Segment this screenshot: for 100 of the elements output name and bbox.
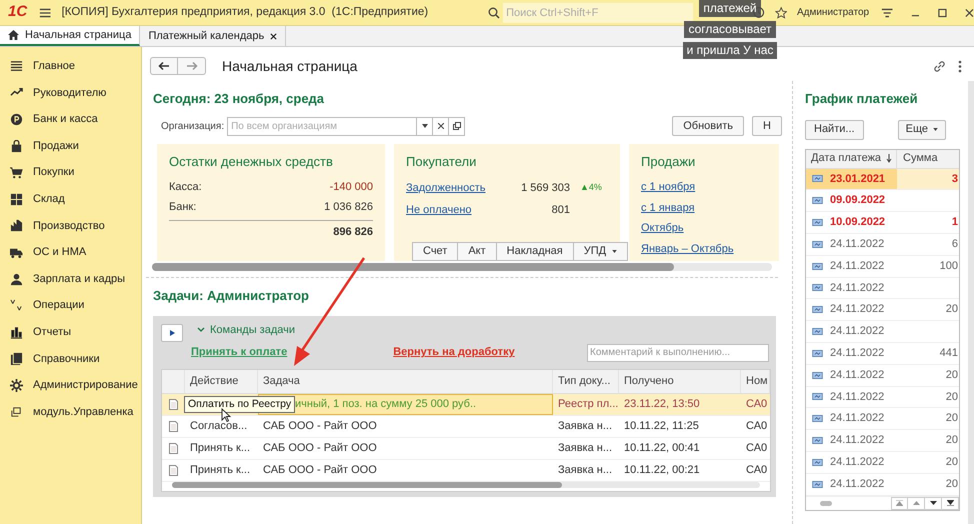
banknote-icon <box>812 197 823 204</box>
tab[interactable]: Начальная страница <box>0 26 140 46</box>
horizontal-scrollbar[interactable] <box>152 263 772 271</box>
scroll-down-button[interactable] <box>925 496 942 510</box>
amount: 1 036 826 <box>324 200 373 215</box>
menu-icon[interactable] <box>39 6 52 18</box>
back-button[interactable] <box>150 57 178 75</box>
sidebar-item[interactable]: Администрирование <box>0 372 141 399</box>
table-row[interactable]: 24.11.2022 20 <box>806 364 959 387</box>
chevron-down-icon[interactable] <box>197 326 205 333</box>
run-button[interactable] <box>161 324 183 342</box>
right-arrow-icon <box>186 61 198 71</box>
link[interactable]: Октябрь <box>641 220 684 236</box>
table-row[interactable]: 24.11.2022 100 <box>806 256 959 278</box>
column-header[interactable]: Тип доку... <box>553 370 619 393</box>
search-icon <box>488 6 500 18</box>
settings-icon[interactable] <box>881 6 894 18</box>
more-icon[interactable] <box>958 60 962 72</box>
banknote-icon <box>812 240 823 248</box>
bar-chart-icon <box>10 326 23 339</box>
scroll-first-button[interactable] <box>891 496 908 510</box>
clear-button[interactable] <box>433 116 450 136</box>
dropdown-icon <box>422 124 428 128</box>
maximize-icon[interactable] <box>938 8 948 18</box>
down-triangle-icon <box>930 501 936 505</box>
table-row[interactable]: 24.11.2022 20 <box>806 386 959 408</box>
table-cell-text: 23.11.22, 13:50 <box>624 397 700 412</box>
sidebar-item[interactable]: ОС и НМА <box>0 239 141 266</box>
user-name[interactable]: Администратор <box>796 5 870 20</box>
sidebar-item[interactable]: Склад <box>0 186 141 213</box>
column-header[interactable]: Задача <box>258 370 553 393</box>
scroll-last-button[interactable] <box>942 496 959 510</box>
table-cell-text: 09.09.2022 <box>830 193 886 208</box>
factory-icon <box>10 219 23 232</box>
table-row[interactable]: 24.11.2022 <box>806 278 959 300</box>
section-heading: Задачи: Администратор <box>153 287 310 305</box>
column-header[interactable]: Получено <box>619 370 741 393</box>
sidebar-item[interactable]: Продажи <box>0 132 141 160</box>
dropdown-button[interactable] <box>417 116 434 136</box>
field-label: Банк: <box>169 200 196 215</box>
sidebar-item[interactable]: Руководителю <box>0 80 141 106</box>
column-header[interactable]: Действие <box>185 370 258 393</box>
sidebar-item[interactable]: Производство <box>0 212 141 240</box>
sidebar-item[interactable]: Отчеты <box>0 318 141 346</box>
column-header[interactable]: Сумма <box>897 150 959 168</box>
sidebar-item[interactable]: Зарплата и кадры <box>0 266 141 292</box>
link[interactable]: с 1 января <box>641 200 695 216</box>
sidebar-item[interactable]: Главное <box>0 53 141 80</box>
more-button[interactable]: Еще <box>898 120 946 140</box>
table-cell-text: 1 <box>952 215 958 230</box>
organization-field[interactable]: По всем организациям <box>227 116 418 136</box>
link[interactable]: Январь – Октябрь <box>641 240 734 257</box>
amount: 801 <box>550 202 570 218</box>
comment-field[interactable]: Комментарий к выполнению... <box>587 344 769 362</box>
button[interactable]: УПД <box>574 242 628 261</box>
table-cell-text: 20 <box>946 455 958 470</box>
close-icon[interactable] <box>270 32 278 40</box>
button[interactable]: Накладная <box>496 242 574 261</box>
table-row[interactable]: 23.01.2021 3 <box>806 168 959 190</box>
sidebar-item[interactable]: Покупки <box>0 159 141 186</box>
table-cell-text: 20 <box>946 390 958 405</box>
open-button[interactable] <box>449 116 466 136</box>
table-cell-text: 10.09.2022 <box>830 215 886 230</box>
video-caption: и пришла У нас <box>682 42 778 59</box>
person-icon <box>10 272 23 286</box>
table-cell-text: 24.11.2022 <box>830 280 884 296</box>
table-cell-text: 24.11.2022 <box>830 324 884 340</box>
list-icon <box>10 60 23 73</box>
dropdown-icon <box>933 128 938 131</box>
video-caption: платежей <box>699 0 761 17</box>
table-row[interactable]: 24.11.2022 20 <box>806 474 959 496</box>
sidebar-item[interactable]: Банк и касса <box>0 106 141 133</box>
star-icon[interactable] <box>774 6 787 20</box>
sidebar-item[interactable]: модуль.Управленка <box>0 398 141 426</box>
link[interactable]: с 1 ноября <box>641 179 696 196</box>
link-icon[interactable] <box>933 60 946 72</box>
find-button[interactable]: Найти... <box>805 120 864 140</box>
document-icon <box>169 464 178 476</box>
vertical-scrollbar[interactable] <box>968 81 974 524</box>
link[interactable]: Задолженность <box>406 180 516 196</box>
field-label: Касса: <box>169 180 202 195</box>
table-cell-text: САБ ООО - Райт ООО <box>263 441 377 456</box>
table-cell-text: 441 <box>940 346 958 362</box>
link[interactable]: Не оплачено <box>406 202 516 218</box>
commands-group-toggle[interactable]: Команды задачи <box>210 322 295 338</box>
table-cell-text: 24.11.2022 <box>830 346 884 362</box>
button[interactable]: Н <box>752 116 782 136</box>
card-title: Продажи <box>641 152 696 171</box>
close-icon[interactable] <box>965 8 974 18</box>
sidebar-item[interactable]: Операции <box>0 292 141 319</box>
sidebar-item[interactable]: Справочники <box>0 346 141 372</box>
column-header[interactable]: Дата платежа <box>806 150 897 168</box>
banknote-icon <box>812 262 823 270</box>
button[interactable]: Обновить <box>672 116 744 136</box>
button[interactable]: Счет <box>412 242 458 261</box>
table-cell-text: ичный, 1 поз. на сумму 25 000 руб.. <box>295 397 476 412</box>
app-logo: 1С <box>8 2 28 22</box>
button[interactable]: Акт <box>458 242 497 261</box>
column-header[interactable]: Ном <box>741 370 770 393</box>
search-field[interactable]: Поиск Ctrl+Shift+F <box>503 2 694 22</box>
